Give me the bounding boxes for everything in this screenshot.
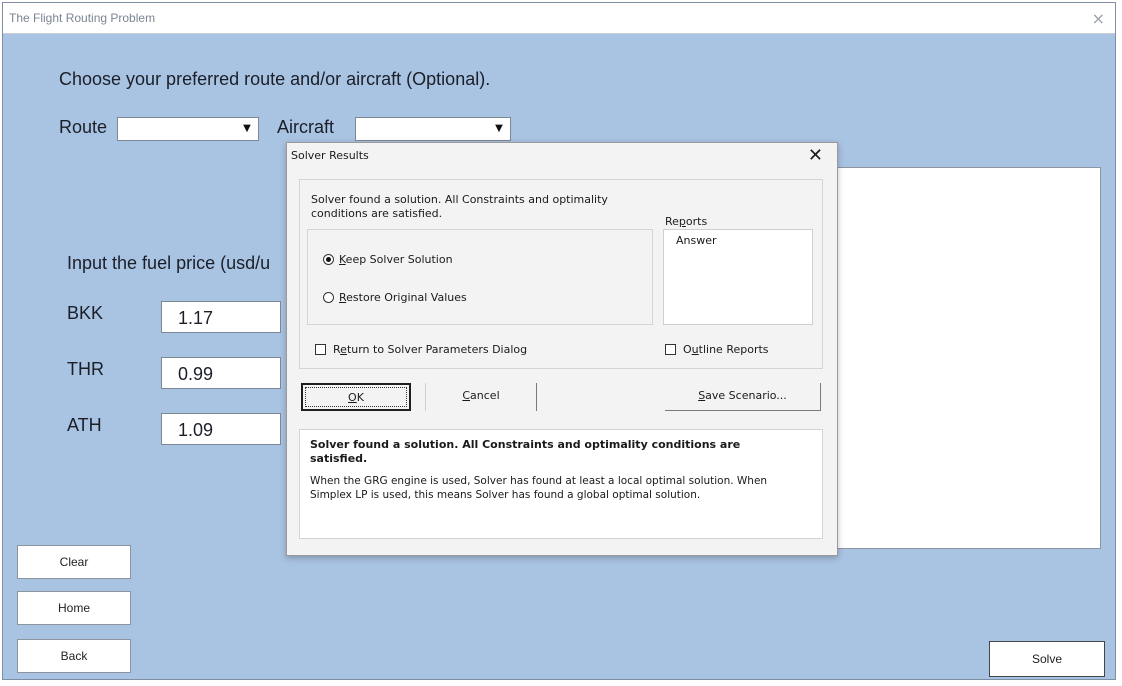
window-titlebar: The Flight Routing Problem × — [3, 3, 1115, 34]
solver-results-dialog: Solver Results ✕ Solver found a solution… — [286, 142, 838, 556]
solver-message-box: Solver found a solution. All Constraints… — [299, 429, 823, 539]
radio-selected-dot — [326, 257, 331, 262]
route-combobox[interactable]: ▼ — [117, 117, 259, 141]
restore-values-label[interactable]: Restore Original Values — [339, 291, 467, 304]
status-message-line1: Solver found a solution. All Constraints… — [311, 193, 608, 206]
aircraft-label: Aircraft — [277, 117, 335, 137]
results-output-pane — [833, 167, 1101, 549]
outline-reports-label[interactable]: Outline Reports — [683, 343, 769, 356]
fuel-price-heading: Input the fuel price (usd/u — [67, 253, 271, 273]
solver-message-summary: Solver found a solution. All Constraints… — [310, 438, 741, 465]
restore-values-radio[interactable] — [323, 292, 334, 303]
dialog-title: Solver Results — [291, 149, 369, 162]
window-title: The Flight Routing Problem — [9, 11, 156, 25]
outline-reports-checkbox[interactable] — [665, 344, 676, 355]
window-close-icon[interactable]: × — [1092, 9, 1105, 28]
fuel-code-label: THR — [67, 359, 104, 379]
cancel-button[interactable]: Cancel — [425, 383, 537, 411]
status-message-line2: conditions are satisfied. — [311, 207, 443, 220]
route-dropdown-arrow-icon[interactable]: ▼ — [238, 120, 256, 138]
home-button[interactable]: Home — [17, 591, 131, 625]
clear-button[interactable]: Clear — [17, 545, 131, 579]
reports-listbox[interactable]: Answer — [663, 229, 813, 325]
aircraft-dropdown-arrow-icon[interactable]: ▼ — [490, 120, 508, 138]
route-label: Route — [59, 117, 108, 137]
solution-options-group — [307, 229, 653, 325]
route-aircraft-heading: Choose your preferred route and/or aircr… — [59, 69, 491, 89]
fuel-code-label: BKK — [67, 303, 104, 323]
keep-solution-label[interactable]: Keep Solver Solution — [339, 253, 453, 266]
ok-button[interactable]: OK — [301, 383, 411, 411]
thr-fuel-input[interactable]: 0.99 — [161, 357, 281, 389]
solve-button[interactable]: Solve — [989, 641, 1105, 677]
reports-label: Reports — [665, 215, 708, 228]
fuel-code-label: ATH — [67, 415, 102, 435]
return-to-parameters-label[interactable]: Return to Solver Parameters Dialog — [333, 343, 527, 356]
reports-list-item[interactable]: Answer — [676, 234, 717, 247]
solver-message-detail: When the GRG engine is used, Solver has … — [310, 475, 768, 501]
dialog-close-icon[interactable]: ✕ — [808, 145, 823, 166]
bkk-fuel-input[interactable]: 1.17 — [161, 301, 281, 333]
aircraft-combobox[interactable]: ▼ — [355, 117, 511, 141]
return-to-parameters-checkbox[interactable] — [315, 344, 326, 355]
save-scenario-button[interactable]: Save Scenario... — [665, 383, 821, 411]
ath-fuel-input[interactable]: 1.09 — [161, 413, 281, 445]
back-button[interactable]: Back — [17, 639, 131, 673]
keep-solution-radio[interactable] — [323, 254, 334, 265]
